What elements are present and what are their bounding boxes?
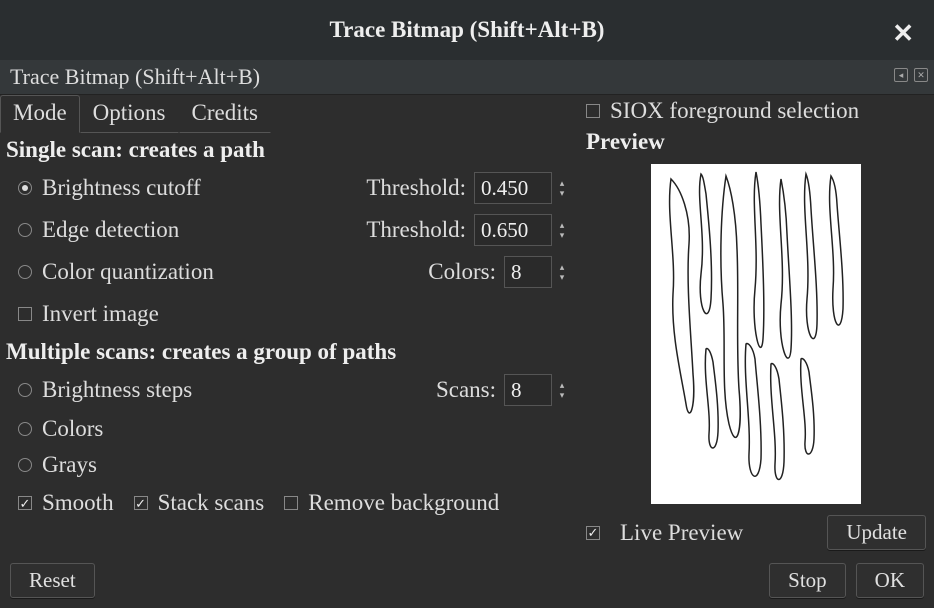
checkbox-siox[interactable] <box>586 104 600 118</box>
label-edge-detection: Edge detection <box>42 217 179 243</box>
stop-button[interactable]: Stop <box>769 563 846 598</box>
checkbox-invert-image[interactable] <box>18 307 32 321</box>
radio-edge-detection[interactable] <box>18 223 32 237</box>
dock-header: Trace Bitmap (Shift+Alt+B) ◂ ✕ <box>0 60 934 95</box>
row-color-quantization: Color quantization Colors: ▴ ▾ <box>0 251 578 293</box>
radio-grays[interactable] <box>18 458 32 472</box>
row-grays: Grays <box>0 447 578 483</box>
dock-title: Trace Bitmap (Shift+Alt+B) <box>10 64 260 90</box>
checkbox-remove-background[interactable] <box>284 496 298 510</box>
label-stack-scans: Stack scans <box>158 490 265 516</box>
label-invert-image: Invert image <box>42 301 159 327</box>
titlebar: Trace Bitmap (Shift+Alt+B) ✕ <box>0 0 934 60</box>
spin-down-scans[interactable]: ▾ <box>556 390 568 400</box>
radio-brightness-steps[interactable] <box>18 383 32 397</box>
spin-down-edge[interactable]: ▾ <box>556 230 568 240</box>
spin-down-brightness[interactable]: ▾ <box>556 188 568 198</box>
tab-options[interactable]: Options <box>80 95 179 133</box>
label-grays: Grays <box>42 452 97 478</box>
preview-controls: Live Preview Update <box>586 509 926 550</box>
left-panel: Mode Options Credits Single scan: create… <box>0 95 578 555</box>
update-button[interactable]: Update <box>827 515 926 550</box>
dock-minimize-icon[interactable]: ◂ <box>894 68 908 82</box>
window-title: Trace Bitmap (Shift+Alt+B) <box>330 17 605 43</box>
label-color-quantization: Color quantization <box>42 259 214 285</box>
spin-up-edge[interactable]: ▴ <box>556 220 568 230</box>
input-brightness-threshold[interactable] <box>474 172 552 204</box>
radio-color-quantization[interactable] <box>18 265 32 279</box>
row-scan-options: Smooth Stack scans Remove background <box>0 483 578 523</box>
preview-title: Preview <box>586 125 926 159</box>
tabs: Mode Options Credits <box>0 95 578 133</box>
row-edge-detection: Edge detection Threshold: ▴ ▾ <box>0 209 578 251</box>
row-invert-image: Invert image <box>0 293 578 335</box>
label-brightness-cutoff: Brightness cutoff <box>42 175 201 201</box>
radio-brightness-cutoff[interactable] <box>18 181 32 195</box>
preview-canvas <box>651 164 861 504</box>
label-siox: SIOX foreground selection <box>610 98 859 124</box>
checkbox-stack-scans[interactable] <box>134 496 148 510</box>
label-smooth: Smooth <box>42 490 114 516</box>
label-brightness-threshold: Threshold: <box>366 175 466 201</box>
close-icon[interactable]: ✕ <box>892 18 914 49</box>
checkbox-smooth[interactable] <box>18 496 32 510</box>
right-panel: SIOX foreground selection Preview <box>578 95 934 555</box>
label-colors-scan: Colors <box>42 416 103 442</box>
label-brightness-steps: Brightness steps <box>42 377 192 403</box>
row-siox: SIOX foreground selection <box>586 95 926 125</box>
dock-close-icon[interactable]: ✕ <box>914 68 928 82</box>
preview-image <box>651 164 861 504</box>
preview-area <box>586 159 926 509</box>
tab-credits[interactable]: Credits <box>179 95 271 133</box>
ok-button[interactable]: OK <box>856 563 924 598</box>
spin-down-colors[interactable]: ▾ <box>556 272 568 282</box>
row-colors: Colors <box>0 411 578 447</box>
spin-up-brightness[interactable]: ▴ <box>556 178 568 188</box>
label-scans: Scans: <box>436 377 496 403</box>
input-scans[interactable] <box>504 374 552 406</box>
input-edge-threshold[interactable] <box>474 214 552 246</box>
label-edge-threshold: Threshold: <box>366 217 466 243</box>
bottom-bar: Reset Stop OK <box>0 555 934 606</box>
spin-up-colors[interactable]: ▴ <box>556 262 568 272</box>
row-brightness-steps: Brightness steps Scans: ▴ ▾ <box>0 369 578 411</box>
reset-button[interactable]: Reset <box>10 563 95 598</box>
input-colors[interactable] <box>504 256 552 288</box>
row-brightness-cutoff: Brightness cutoff Threshold: ▴ ▾ <box>0 167 578 209</box>
single-scan-title: Single scan: creates a path <box>0 133 578 167</box>
tab-mode[interactable]: Mode <box>0 95 80 133</box>
spin-up-scans[interactable]: ▴ <box>556 380 568 390</box>
radio-colors[interactable] <box>18 422 32 436</box>
label-remove-background: Remove background <box>308 490 499 516</box>
label-live-preview: Live Preview <box>620 520 743 546</box>
multi-scan-title: Multiple scans: creates a group of paths <box>0 335 578 369</box>
checkbox-live-preview[interactable] <box>586 526 600 540</box>
label-colors: Colors: <box>428 259 496 285</box>
